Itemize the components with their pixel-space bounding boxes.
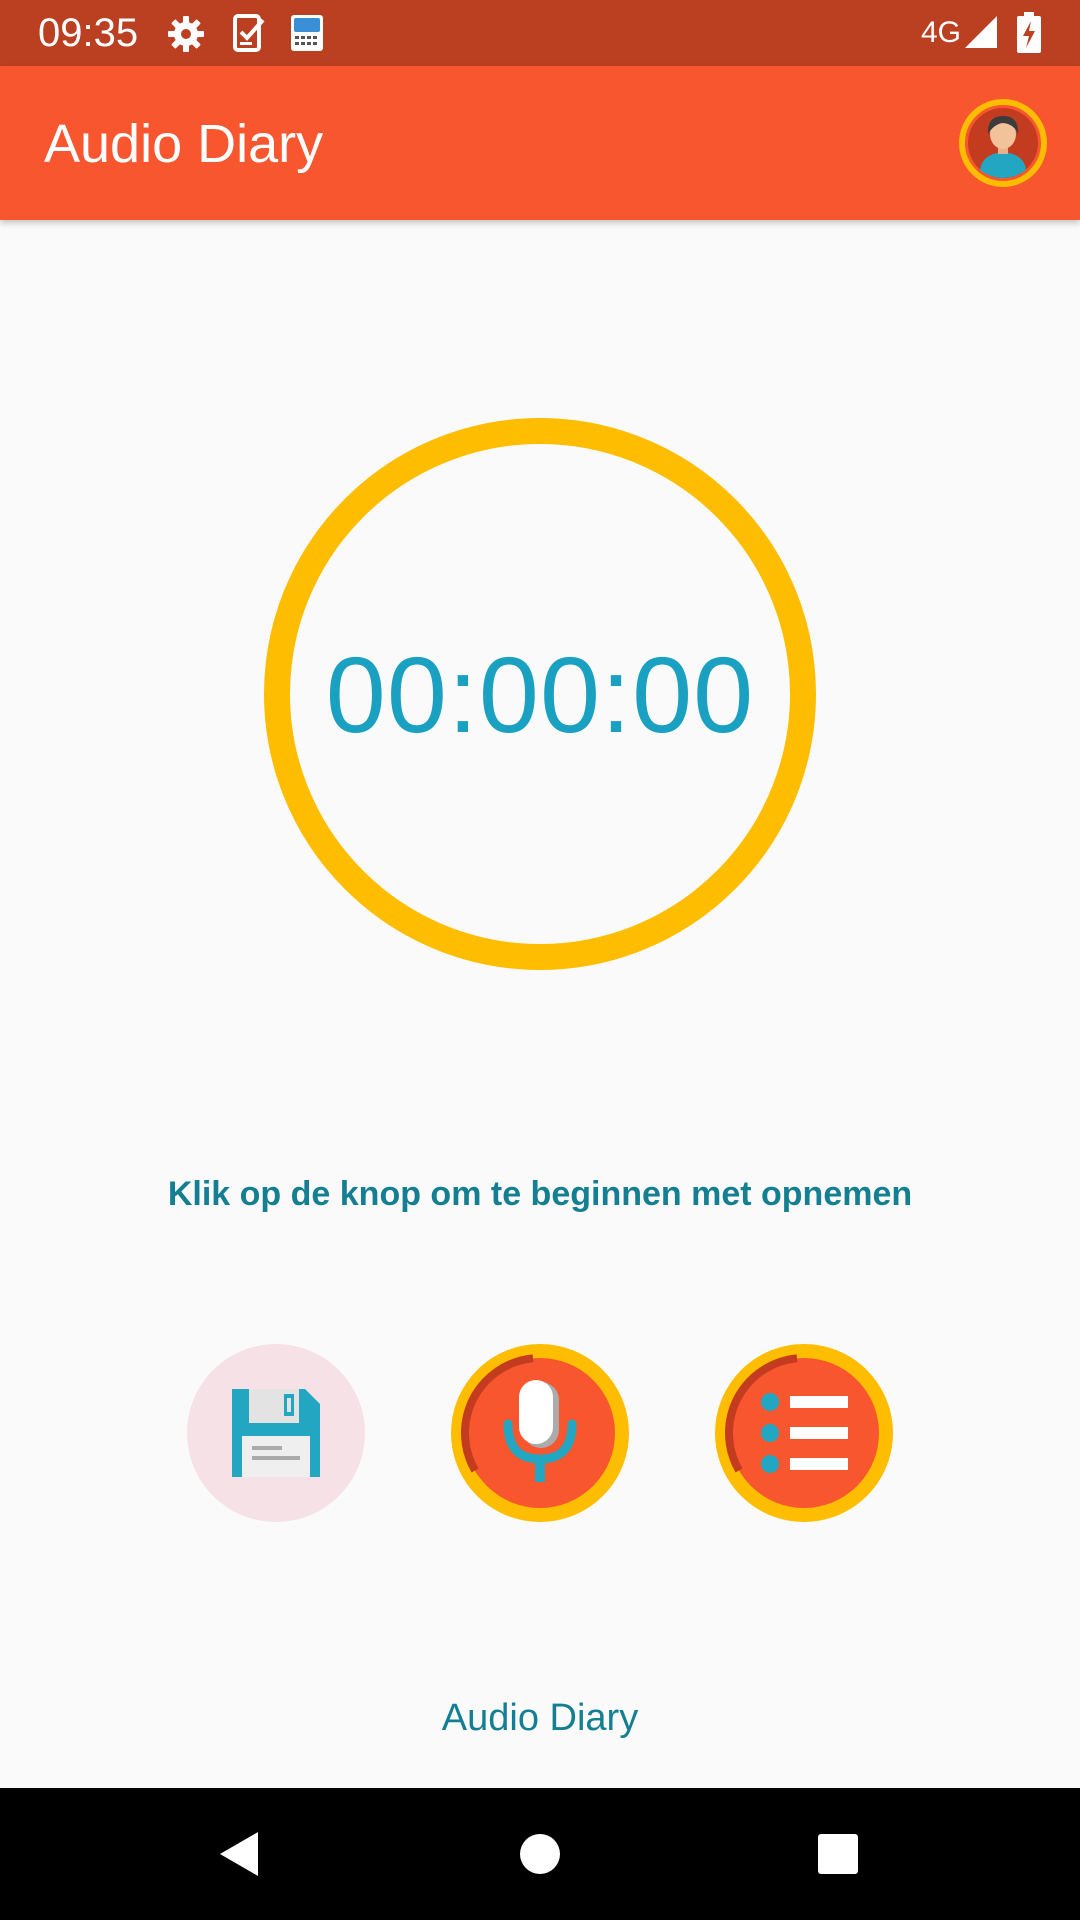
list-button[interactable] <box>715 1344 893 1522</box>
user-avatar-icon[interactable] <box>958 98 1048 188</box>
network-type: 4G <box>921 16 962 49</box>
app-bar: Audio Diary <box>0 66 1080 220</box>
record-hint: Klik op de knop om te beginnen met opnem… <box>167 1175 913 1213</box>
status-bar: 09:35 4G <box>0 0 1080 66</box>
navigation-bar <box>0 1788 1080 1920</box>
test-app-icon <box>291 15 323 51</box>
recents-icon[interactable] <box>812 1828 864 1880</box>
save-button[interactable] <box>187 1344 365 1522</box>
floppy-disk-icon <box>232 1389 320 1477</box>
battery-charging-icon <box>1017 12 1041 53</box>
footer-label: Audio Diary <box>441 1697 639 1739</box>
task-icon <box>233 14 265 52</box>
signal-icon <box>965 16 997 48</box>
list-icon <box>761 1393 848 1473</box>
timer-display: 00:00:00 <box>325 633 755 755</box>
record-button[interactable] <box>451 1344 629 1522</box>
app-title: Audio Diary <box>44 114 324 174</box>
back-icon[interactable] <box>214 1828 266 1880</box>
status-time: 09:35 <box>38 11 139 55</box>
home-icon[interactable] <box>514 1828 566 1880</box>
settings-icon <box>168 16 204 52</box>
